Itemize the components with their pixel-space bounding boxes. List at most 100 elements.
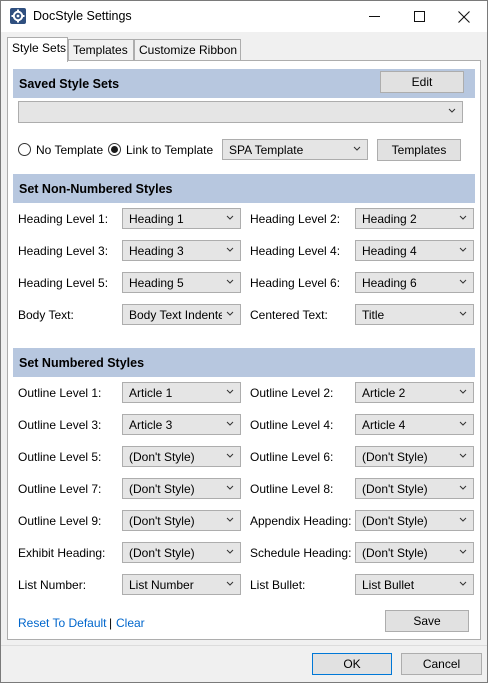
- clear-link[interactable]: Clear: [116, 616, 145, 630]
- tab-style-sets[interactable]: Style Sets: [7, 37, 68, 62]
- footer-divider: [1, 645, 487, 646]
- style-select[interactable]: (Don't Style): [122, 510, 241, 531]
- style-select[interactable]: List Number: [122, 574, 241, 595]
- edit-button[interactable]: Edit: [380, 71, 464, 93]
- chevron-down-icon: [459, 247, 467, 252]
- templates-button-label: Templates: [391, 143, 447, 157]
- section-title: Saved Style Sets: [19, 77, 120, 91]
- chevron-down-icon: [226, 453, 234, 458]
- style-label: Exhibit Heading:: [18, 546, 106, 560]
- style-select[interactable]: Heading 6: [355, 272, 474, 293]
- link-to-template-radio[interactable]: [108, 143, 121, 156]
- minimize-icon: [368, 16, 380, 17]
- style-select-value: Heading 4: [362, 244, 417, 258]
- style-select[interactable]: Heading 2: [355, 208, 474, 229]
- style-select[interactable]: (Don't Style): [122, 478, 241, 499]
- style-select[interactable]: (Don't Style): [355, 446, 474, 467]
- link-separator: |: [109, 616, 113, 630]
- style-select[interactable]: (Don't Style): [355, 478, 474, 499]
- style-select[interactable]: Body Text Indented: [122, 304, 241, 325]
- section-title: Set Non-Numbered Styles: [19, 182, 173, 196]
- style-select-value: (Don't Style): [129, 514, 195, 528]
- style-select[interactable]: Article 4: [355, 414, 474, 435]
- chevron-down-icon: [226, 517, 234, 522]
- chevron-down-icon: [459, 549, 467, 554]
- style-label: Outline Level 9:: [18, 514, 102, 528]
- maximize-icon: [413, 11, 425, 22]
- chevron-down-icon: [226, 389, 234, 394]
- title-bar[interactable]: DocStyle Settings: [1, 1, 487, 32]
- style-label: Appendix Heading:: [250, 514, 352, 528]
- templates-button[interactable]: Templates: [377, 139, 461, 161]
- chevron-down-icon: [448, 108, 456, 113]
- chevron-down-icon: [226, 279, 234, 284]
- tab-label: Templates: [73, 43, 128, 57]
- template-select[interactable]: SPA Template: [222, 139, 368, 160]
- style-label: Heading Level 5:: [18, 276, 109, 290]
- tab-label: Customize Ribbon: [139, 43, 238, 57]
- style-select-value: Article 1: [129, 386, 173, 400]
- template-select-value: SPA Template: [229, 143, 304, 157]
- style-label: Outline Level 8:: [250, 482, 334, 496]
- style-label: Heading Level 1:: [18, 212, 109, 226]
- style-select[interactable]: Heading 3: [122, 240, 241, 261]
- tab-templates[interactable]: Templates: [68, 39, 134, 61]
- style-select[interactable]: (Don't Style): [355, 542, 474, 563]
- save-button-label: Save: [413, 614, 441, 628]
- style-select[interactable]: List Bullet: [355, 574, 474, 595]
- chevron-down-icon: [226, 247, 234, 252]
- style-select-value: (Don't Style): [362, 482, 428, 496]
- style-label: Outline Level 3:: [18, 418, 102, 432]
- style-select-value: Heading 6: [362, 276, 417, 290]
- chevron-down-icon: [459, 517, 467, 522]
- window-title: DocStyle Settings: [33, 9, 132, 23]
- style-label: Outline Level 2:: [250, 386, 334, 400]
- style-select[interactable]: (Don't Style): [355, 510, 474, 531]
- style-select-value: Heading 1: [129, 212, 184, 226]
- section-title: Set Numbered Styles: [19, 356, 145, 370]
- style-select[interactable]: Title: [355, 304, 474, 325]
- tab-customize-ribbon[interactable]: Customize Ribbon: [134, 39, 241, 61]
- style-select-value: Title: [362, 308, 385, 322]
- style-label: Outline Level 4:: [250, 418, 334, 432]
- chevron-down-icon: [459, 421, 467, 426]
- chevron-down-icon: [459, 311, 467, 316]
- style-select[interactable]: Article 2: [355, 382, 474, 403]
- style-select[interactable]: (Don't Style): [122, 542, 241, 563]
- style-select-value: Body Text Indented: [129, 308, 222, 322]
- style-label: Outline Level 6:: [250, 450, 334, 464]
- style-select[interactable]: Heading 4: [355, 240, 474, 261]
- reset-to-default-link[interactable]: Reset To Default: [18, 616, 107, 630]
- style-select[interactable]: Heading 1: [122, 208, 241, 229]
- style-select[interactable]: (Don't Style): [122, 446, 241, 467]
- chevron-down-icon: [459, 485, 467, 490]
- cancel-button-label: Cancel: [422, 657, 461, 671]
- tab-label: Style Sets: [12, 41, 67, 55]
- numbered-styles-header: Set Numbered Styles: [13, 348, 475, 377]
- chevron-down-icon: [226, 421, 234, 426]
- style-select[interactable]: Article 1: [122, 382, 241, 403]
- minimize-button[interactable]: [351, 1, 397, 32]
- chevron-down-icon: [353, 146, 361, 151]
- no-template-radio[interactable]: [18, 143, 31, 156]
- style-select-value: (Don't Style): [129, 546, 195, 560]
- style-select-value: (Don't Style): [362, 514, 428, 528]
- style-select-value: (Don't Style): [362, 450, 428, 464]
- ok-button[interactable]: OK: [312, 653, 392, 675]
- style-select-value: Heading 3: [129, 244, 184, 258]
- style-label: Heading Level 4:: [250, 244, 341, 258]
- maximize-button[interactable]: [396, 1, 442, 32]
- style-select[interactable]: Article 3: [122, 414, 241, 435]
- style-label: Outline Level 1:: [18, 386, 102, 400]
- chevron-down-icon: [226, 549, 234, 554]
- chevron-down-icon: [459, 215, 467, 220]
- style-select-value: (Don't Style): [362, 546, 428, 560]
- cancel-button[interactable]: Cancel: [401, 653, 482, 675]
- saved-style-sets-select[interactable]: [18, 101, 463, 123]
- style-label: List Number:: [18, 578, 87, 592]
- style-select[interactable]: Heading 5: [122, 272, 241, 293]
- edit-button-label: Edit: [411, 75, 433, 89]
- close-button[interactable]: [441, 1, 487, 32]
- save-button[interactable]: Save: [385, 610, 469, 632]
- style-label: Heading Level 3:: [18, 244, 109, 258]
